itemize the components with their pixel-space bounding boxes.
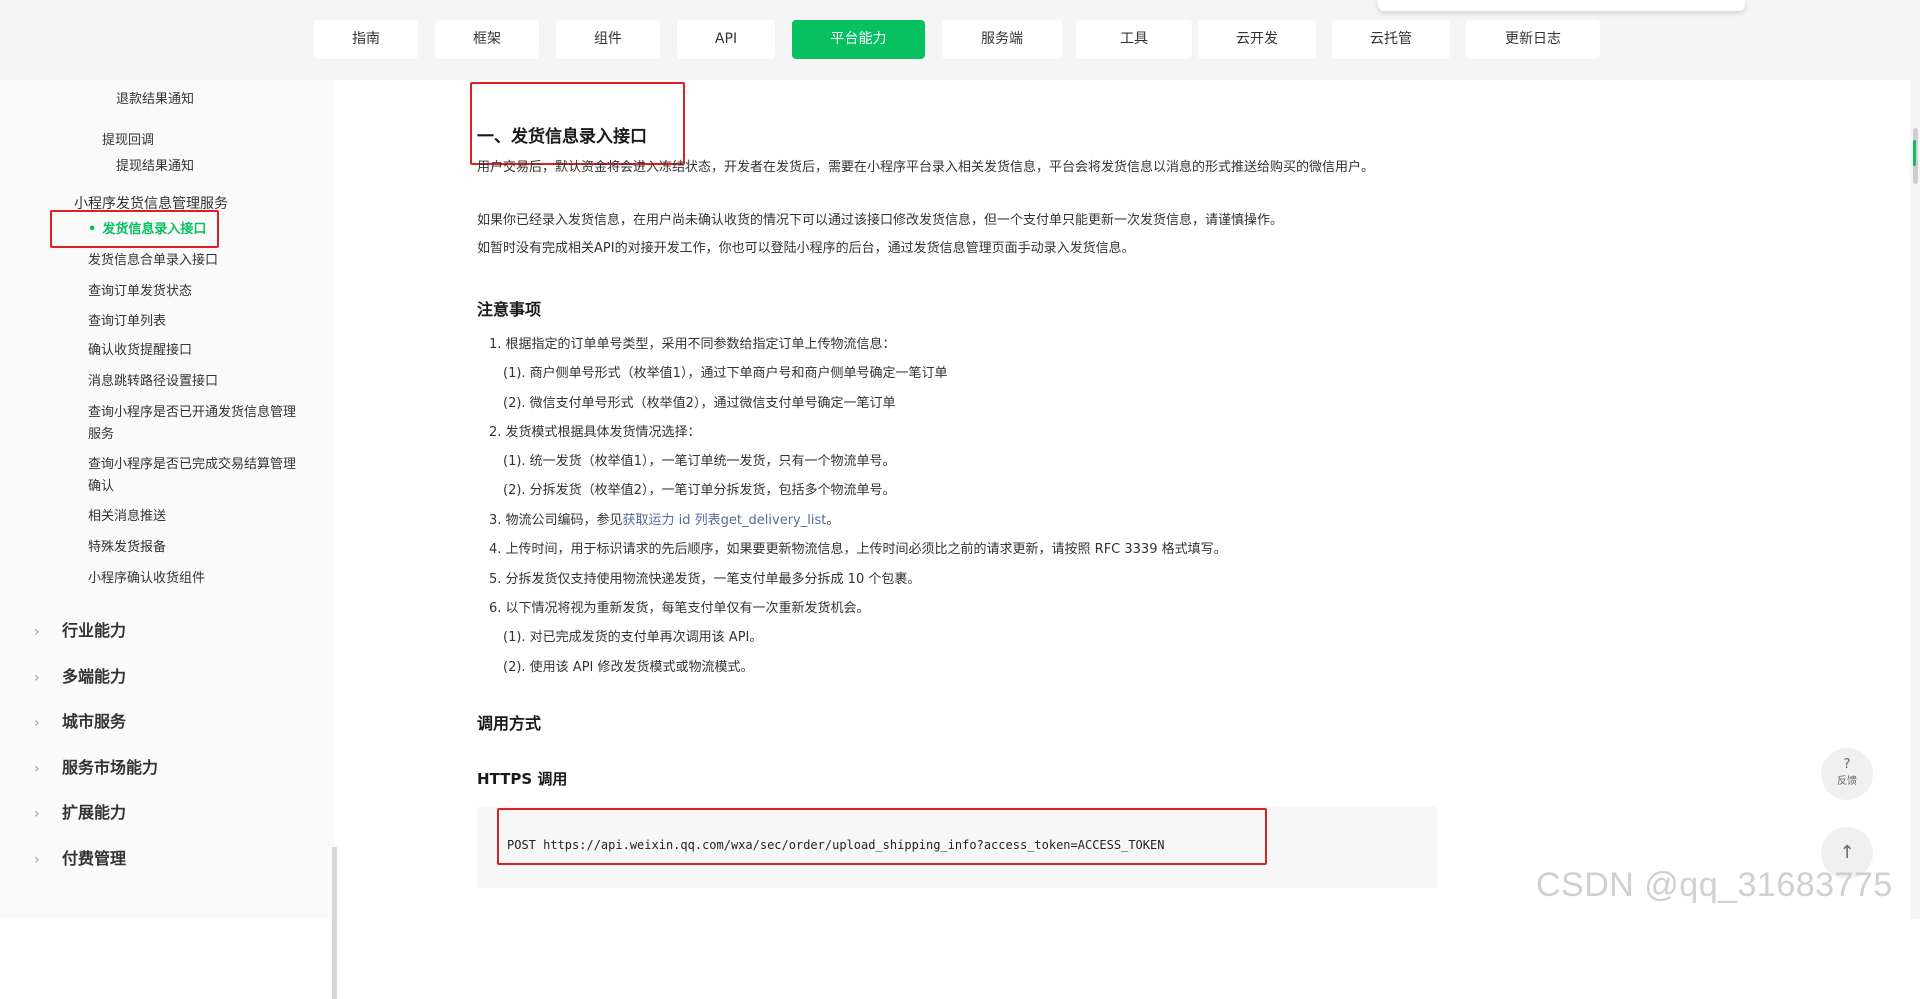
tab-platform-capability[interactable]: 平台能力 xyxy=(792,20,925,59)
sidebar-item-shipping-upload[interactable]: • 发货信息录入接口 xyxy=(88,219,308,241)
sidebar-item-order-list[interactable]: 查询订单列表 xyxy=(88,311,308,333)
watermark: CSDN @qq_31683775 xyxy=(1536,866,1893,904)
note-item: 4. 上传时间，用于标识请求的先后顺序，如果要更新物流信息，上传时间必须比之前的… xyxy=(489,542,1227,557)
update-paragraph: 如果你已经录入发货信息，在用户尚未确认收货的情况下可以通过该接口修改发货信息，但… xyxy=(477,213,1284,228)
sidebar-item-check-service-open[interactable]: 查询小程序是否已开通发货信息管理服务 xyxy=(88,402,308,446)
sidebar: 退款结果通知 提现回调 提现结果通知 小程序发货信息管理服务 • 发货信息录入接口… xyxy=(0,80,337,999)
sidebar-category-billing[interactable]: › 付费管理 xyxy=(34,845,126,869)
call-method-heading: 调用方式 xyxy=(477,714,542,733)
chevron-right-icon: › xyxy=(34,670,40,686)
category-label: 服务市场能力 xyxy=(62,758,159,777)
tab-framework[interactable]: 框架 xyxy=(435,20,539,59)
https-heading: HTTPS 调用 xyxy=(477,770,568,788)
code-line[interactable]: POST https://api.weixin.qq.com/wxa/sec/o… xyxy=(507,838,1164,852)
sidebar-item-combined-upload[interactable]: 发货信息合单录入接口 xyxy=(88,250,308,272)
feedback-label: 反馈 xyxy=(1837,776,1857,787)
active-dot-icon: • xyxy=(88,222,97,237)
note-subitem: (2). 微信支付单号形式（枚举值2），通过微信支付单号确定一笔订单 xyxy=(503,396,896,411)
note-text: 。 xyxy=(826,513,840,528)
category-label: 行业能力 xyxy=(62,621,127,640)
sidebar-item-refund-result-notify[interactable]: 退款结果通知 xyxy=(116,88,194,107)
note-item: 3. 物流公司编码，参见获取运力 id 列表get_delivery_list。 xyxy=(489,509,839,528)
sidebar-group-shipping-management[interactable]: 小程序发货信息管理服务 xyxy=(74,193,228,213)
tab-api[interactable]: API xyxy=(677,20,775,59)
notes-heading: 注意事项 xyxy=(477,300,542,319)
chevron-right-icon: › xyxy=(34,806,40,822)
search-dropdown-edge xyxy=(1378,0,1745,11)
sidebar-category-industry[interactable]: › 行业能力 xyxy=(34,617,126,641)
sidebar-item-order-status[interactable]: 查询订单发货状态 xyxy=(88,281,308,303)
code-block: POST https://api.weixin.qq.com/wxa/sec/o… xyxy=(477,806,1437,888)
manual-entry-paragraph: 如暂时没有完成相关API的对接开发工作，你也可以登陆小程序的后台，通过发货信息管… xyxy=(477,241,1135,256)
note-item: 1. 根据指定的订单单号类型，采用不同参数给指定订单上传物流信息： xyxy=(489,337,896,352)
note-item: 2. 发货模式根据具体发货情况选择： xyxy=(489,425,701,440)
sidebar-item-special-report[interactable]: 特殊发货报备 xyxy=(88,537,308,559)
feedback-button[interactable]: ? 反馈 xyxy=(1821,748,1873,800)
note-subitem: (1). 商户侧单号形式（枚举值1），通过下单商户号和商户侧单号确定一笔订单 xyxy=(503,366,948,381)
page-scrollbar[interactable] xyxy=(1910,0,1920,919)
note-item: 6. 以下情况将视为重新发货，每笔支付单仅有一次重新发货机会。 xyxy=(489,601,870,616)
category-label: 扩展能力 xyxy=(62,803,127,822)
tab-changelog[interactable]: 更新日志 xyxy=(1466,20,1600,59)
chevron-right-icon: › xyxy=(34,715,40,731)
sidebar-category-extensions[interactable]: › 扩展能力 xyxy=(34,799,126,823)
tab-tools[interactable]: 工具 xyxy=(1076,20,1192,59)
sidebar-item-confirm-component[interactable]: 小程序确认收货组件 xyxy=(88,568,308,590)
sidebar-item-label: 发货信息录入接口 xyxy=(102,222,207,237)
sidebar-item-withdraw-result-notify[interactable]: 提现结果通知 xyxy=(116,155,194,174)
sidebar-item-check-settlement[interactable]: 查询小程序是否已完成交易结算管理确认 xyxy=(88,454,308,498)
tab-cloud-dev[interactable]: 云开发 xyxy=(1198,20,1316,59)
tab-guide[interactable]: 指南 xyxy=(314,20,418,59)
note-subitem: (2). 使用该 API 修改发货模式或物流模式。 xyxy=(503,660,754,675)
category-label: 付费管理 xyxy=(62,849,127,868)
note-text: 3. 物流公司编码，参见 xyxy=(489,513,623,528)
note-subitem: (2). 分拆发货（枚举值2），一笔订单分拆发货，包括多个物流单号。 xyxy=(503,483,896,498)
sidebar-item-confirm-reminder[interactable]: 确认收货提醒接口 xyxy=(88,340,308,362)
chevron-right-icon: › xyxy=(34,761,40,777)
note-subitem: (1). 对已完成发货的支付单再次调用该 API。 xyxy=(503,630,763,645)
scroll-progress-marker xyxy=(1913,140,1916,166)
question-icon: ? xyxy=(1843,757,1851,772)
page-title: 一、发货信息录入接口 xyxy=(477,127,647,147)
tab-components[interactable]: 组件 xyxy=(556,20,660,59)
sidebar-item-withdraw-callback[interactable]: 提现回调 xyxy=(102,129,154,148)
category-label: 多端能力 xyxy=(62,667,127,686)
tab-server[interactable]: 服务端 xyxy=(942,20,1062,59)
delivery-list-link[interactable]: 获取运力 id 列表get_delivery_list xyxy=(623,513,827,528)
intro-paragraph: 用户交易后，默认资金将会进入冻结状态，开发者在发货后，需要在小程序平台录入相关发… xyxy=(477,160,1375,175)
sidebar-item-message-push[interactable]: 相关消息推送 xyxy=(88,506,308,528)
sidebar-category-city-services[interactable]: › 城市服务 xyxy=(34,708,126,732)
chevron-right-icon: › xyxy=(34,624,40,640)
note-item: 5. 分拆发货仅支持使用物流快递发货，一笔支付单最多分拆成 10 个包裹。 xyxy=(489,572,921,587)
tab-cloud-hosting[interactable]: 云托管 xyxy=(1332,20,1450,59)
note-subitem: (1). 统一发货（枚举值1），一笔订单统一发货，只有一个物流单号。 xyxy=(503,454,896,469)
category-label: 城市服务 xyxy=(62,712,127,731)
top-navigation: 指南 框架 组件 API 平台能力 服务端 工具 云开发 云托管 更新日志 xyxy=(0,0,1920,80)
sidebar-item-jump-path[interactable]: 消息跳转路径设置接口 xyxy=(88,371,308,393)
sidebar-scrollbar[interactable] xyxy=(332,847,337,999)
sidebar-category-multiplatform[interactable]: › 多端能力 xyxy=(34,663,126,687)
chevron-right-icon: › xyxy=(34,852,40,868)
sidebar-category-service-market[interactable]: › 服务市场能力 xyxy=(34,754,158,778)
